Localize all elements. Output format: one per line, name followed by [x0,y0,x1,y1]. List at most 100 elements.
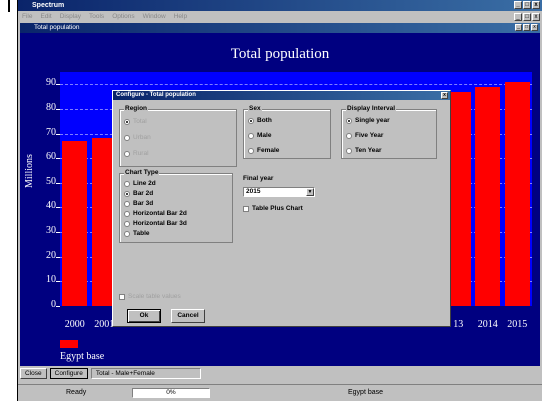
radio-indicator [346,132,352,139]
radio-label: Male [257,132,272,139]
radio-label: Line 2d [133,180,156,187]
sex-male-radio[interactable]: Male [248,132,271,139]
radio-indicator [124,118,130,125]
mdi-restore-button[interactable]: □ [523,13,531,21]
window-controls: _ □ x [514,1,540,9]
checkbox-label: Table Plus Chart [252,205,303,212]
checkbox-indicator [243,205,249,212]
child-maximize-button[interactable]: □ [523,24,530,31]
radio-label: Bar 2d [133,190,154,197]
menu-help[interactable]: Help [174,11,187,23]
radio-label: Horizontal Bar 3d [133,220,187,227]
y-tick-label: 90 [46,77,56,89]
y-tick-label: 70 [46,126,56,138]
radio-label: Five Year [355,132,384,139]
x-tick-label: 2014 [477,319,498,330]
sex-female-radio[interactable]: Female [248,147,279,154]
status-ready: Ready [66,389,87,396]
legend-label: Egypt base [60,351,105,362]
x-tick-label: 2015 [507,319,528,330]
radio-indicator [124,134,130,141]
radio-label: Rural [133,150,149,157]
child-close-button[interactable]: x [531,24,538,31]
radio-label: Both [257,117,272,124]
mdi-controls: _ □ x [514,13,540,21]
region-label: Region [124,105,149,112]
progress-bar: 0% [132,388,210,398]
minimize-button[interactable]: _ [514,1,522,9]
close-chart-button[interactable]: Close [20,368,47,379]
y-tick-label: 40 [46,200,56,212]
radio-indicator [124,220,130,227]
radio-indicator [248,147,254,154]
sex-both-radio[interactable]: Both [248,117,272,124]
y-tick-label: 80 [46,101,56,113]
radio-label: Bar 3d [133,200,154,207]
mdi-close-button[interactable]: x [532,13,540,21]
bar-2000 [62,140,88,306]
dialog-title-bar: Configure - Total population x [113,91,450,100]
interval-ten-year-radio[interactable]: Ten Year [346,147,382,154]
radio-indicator [248,117,254,124]
ok-button[interactable]: Ok [127,309,161,323]
y-tick-label: 0 [51,299,56,310]
y-tick-mark [56,306,60,307]
radio-label: Female [257,147,280,154]
radio-indicator [346,117,352,124]
radio-indicator [124,180,130,187]
chart-type-line-2d-radio[interactable]: Line 2d [124,180,156,187]
dialog-title: Configure - Total population [116,92,196,98]
chevron-down-icon[interactable]: ▼ [306,188,314,196]
child-minimize-button[interactable]: _ [515,24,522,31]
legend-swatch [60,340,78,348]
radio-indicator [124,210,130,217]
radio-label: Total [133,118,147,125]
region-urban-radio[interactable]: Urban [124,134,151,141]
mdi-minimize-button[interactable]: _ [514,13,522,21]
radio-label: Single year [355,117,390,124]
configure-button[interactable]: Configure [49,368,88,379]
configure-dialog: Configure - Total population x Region To… [112,90,451,327]
sex-label: Sex [248,105,262,112]
radio-label: Urban [133,134,151,141]
cancel-button[interactable]: Cancel [171,309,205,323]
dialog-close-button[interactable]: x [441,92,448,99]
maximize-button[interactable]: □ [523,1,531,9]
menu-edit[interactable]: Edit [40,11,51,23]
checkbox-label: Scale table values [128,293,181,300]
final-year-value: 2015 [246,188,261,195]
menu-tools[interactable]: Tools [89,11,104,23]
chart-type-horizontal-bar-2d-radio[interactable]: Horizontal Bar 2d [124,210,187,217]
chart-type-horizontal-bar-3d-radio[interactable]: Horizontal Bar 3d [124,220,187,227]
menu-display[interactable]: Display [60,11,81,23]
radio-indicator [124,200,130,207]
final-year-select[interactable]: 2015 ▼ [243,187,315,197]
region-rural-radio[interactable]: Rural [124,150,149,157]
y-tick-label: 60 [46,151,56,163]
y-tick-label: 30 [46,225,56,237]
chart-type-bar-2d-radio[interactable]: Bar 2d [124,190,153,197]
radio-indicator [124,230,130,237]
interval-five-year-radio[interactable]: Five Year [346,132,383,139]
menu-window[interactable]: Window [143,11,166,23]
checkbox-indicator [119,293,125,300]
close-button[interactable]: x [532,1,540,9]
menu-options[interactable]: Options [112,11,134,23]
interval-single-year-radio[interactable]: Single year [346,117,390,124]
region-total-radio[interactable]: Total [124,118,147,125]
menu-file[interactable]: File [22,11,32,23]
radio-label: Table [133,230,150,237]
app-title: Spectrum [32,2,65,9]
radio-label: Horizontal Bar 2d [133,210,187,217]
y-axis-label: Millions [24,154,35,188]
child-window-controls: _ □ x [515,24,538,31]
scale-table-values-checkbox[interactable]: Scale table values [119,293,181,300]
chart-type-label: Chart Type [124,169,160,176]
y-tick-label: 20 [46,249,56,261]
chart-type-table-radio[interactable]: Table [124,230,150,237]
chart-type-bar-3d-radio[interactable]: Bar 3d [124,200,153,207]
series-label: Total - Male+Female [90,368,201,379]
bar-2014 [475,87,501,306]
display-interval-label: Display Interval [346,105,397,112]
table-plus-chart-checkbox[interactable]: Table Plus Chart [243,205,303,212]
